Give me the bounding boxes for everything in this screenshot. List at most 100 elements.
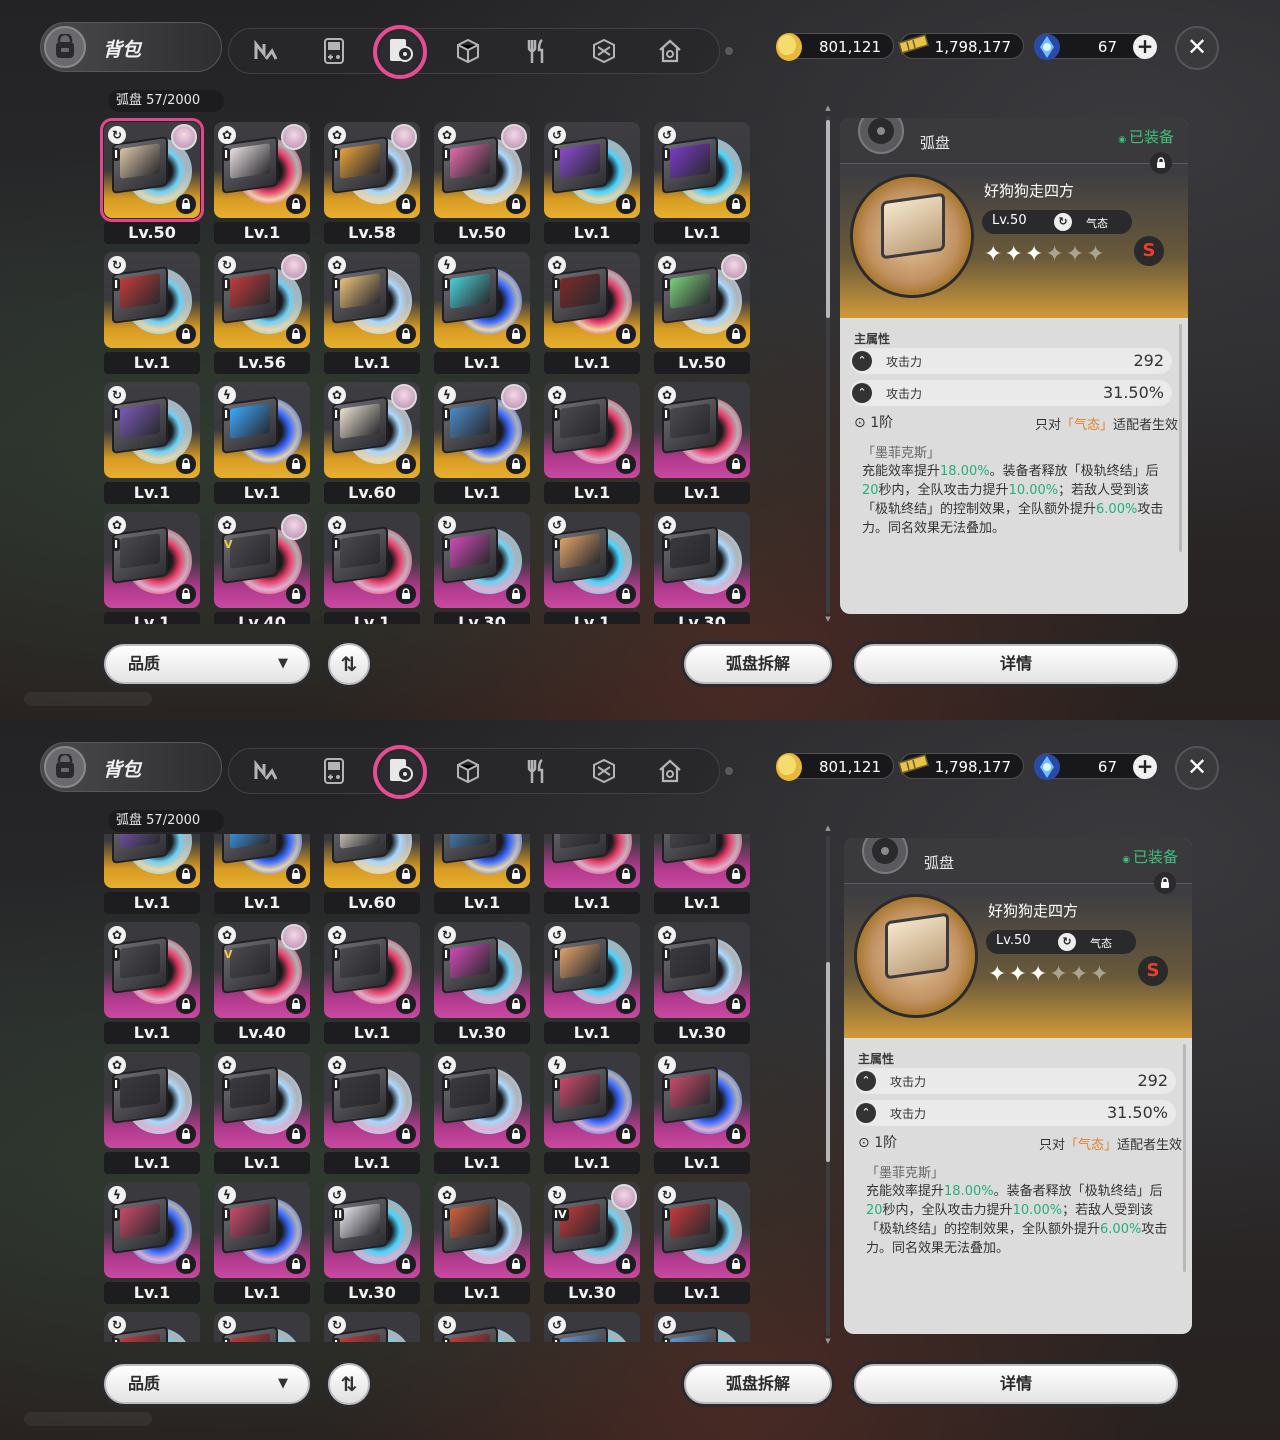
disc-card[interactable]: ↻ I Lv.56 — [214, 252, 310, 374]
lock-icon[interactable] — [726, 324, 746, 344]
tab-gameboy[interactable] — [315, 34, 353, 72]
detail-scrollbar[interactable] — [1179, 324, 1182, 552]
tab-fork-knife[interactable] — [517, 754, 555, 792]
lock-icon[interactable] — [176, 1124, 196, 1144]
quality-filter-dropdown[interactable]: 品质 ▼ — [104, 644, 310, 684]
detail-lock-button[interactable] — [1150, 152, 1172, 174]
lock-icon[interactable] — [616, 1254, 636, 1274]
lock-icon[interactable] — [286, 994, 306, 1014]
disc-card[interactable]: ↻I — [434, 1312, 530, 1342]
disc-card[interactable]: ✿ I Lv.60 — [324, 382, 420, 504]
lock-icon[interactable] — [176, 994, 196, 1014]
disc-card[interactable]: ✿ I Lv.30 — [654, 922, 750, 1044]
tab-fork-knife[interactable] — [517, 34, 555, 72]
disc-card[interactable]: ✿ILv.1 — [434, 1182, 530, 1304]
disc-card[interactable]: ϟILv.1 — [214, 1182, 310, 1304]
lock-icon[interactable] — [286, 584, 306, 604]
disc-card[interactable]: ✿ I Lv.30 — [654, 512, 750, 624]
disc-card[interactable]: ↻ IV Lv.30 — [544, 1182, 640, 1304]
quality-filter-dropdown[interactable]: 品质 ▼ — [104, 1364, 310, 1404]
add-crystal-button[interactable]: + — [1133, 35, 1157, 59]
lock-icon[interactable] — [176, 1254, 196, 1274]
tab-house[interactable] — [651, 34, 689, 72]
disc-card[interactable]: ✿ILv.1 — [654, 834, 750, 914]
disc-card[interactable]: ✿ILv.1 — [544, 382, 640, 504]
disc-card[interactable]: ϟILv.1 — [434, 252, 530, 374]
lock-icon[interactable] — [176, 864, 196, 884]
tab-cube-outline[interactable] — [585, 754, 623, 792]
disc-card[interactable]: ✿ILv.1 — [104, 1052, 200, 1174]
disc-card[interactable]: ✿ILv.1 — [324, 922, 420, 1044]
lock-icon[interactable] — [616, 324, 636, 344]
lock-icon[interactable] — [616, 994, 636, 1014]
disc-card[interactable]: ✿ILv.1 — [214, 1052, 310, 1174]
disc-card[interactable]: ↻ I Lv.50 — [100, 118, 204, 244]
disc-card[interactable]: ϟILv.1 — [214, 834, 310, 914]
lock-icon[interactable] — [616, 584, 636, 604]
grid-scroll-thumb[interactable] — [826, 120, 830, 318]
lock-icon[interactable] — [176, 324, 196, 344]
disc-card[interactable]: ✿ILv.1 — [654, 382, 750, 504]
disc-card[interactable]: ↻ I Lv.30 — [434, 922, 530, 1044]
sort-order-button[interactable]: ⇅ — [328, 1363, 370, 1405]
lock-icon[interactable] — [726, 864, 746, 884]
lock-icon[interactable] — [286, 324, 306, 344]
tab-cube-outline[interactable] — [585, 34, 623, 72]
disc-card[interactable]: ✿ILv.1 — [324, 512, 420, 624]
lock-icon[interactable] — [286, 1124, 306, 1144]
lock-icon[interactable] — [396, 994, 416, 1014]
lock-icon[interactable] — [726, 454, 746, 474]
disc-card[interactable]: ↻I — [104, 1312, 200, 1342]
close-button[interactable]: ✕ — [1175, 26, 1219, 70]
disc-card[interactable]: ↻ I Lv.30 — [434, 512, 530, 624]
disc-card[interactable]: ϟILv.1 — [544, 1052, 640, 1174]
lock-icon[interactable] — [616, 194, 636, 214]
lock-icon[interactable] — [726, 584, 746, 604]
lock-icon[interactable] — [286, 454, 306, 474]
disc-card[interactable]: ↺I — [654, 1312, 750, 1342]
lock-icon[interactable] — [616, 454, 636, 474]
lock-icon[interactable] — [726, 1124, 746, 1144]
disc-card[interactable]: ✿ILv.1 — [214, 122, 310, 244]
lock-icon[interactable] — [506, 584, 526, 604]
disc-card[interactable]: ↺ I Lv.1 — [544, 922, 640, 1044]
lock-icon[interactable] — [506, 194, 526, 214]
disc-card[interactable]: ✿ILv.1 — [324, 1052, 420, 1174]
disc-card[interactable]: ϟILv.1 — [104, 1182, 200, 1304]
grid-scrollbar[interactable] — [826, 836, 830, 1336]
lock-icon[interactable] — [396, 1254, 416, 1274]
lock-icon[interactable] — [506, 1254, 526, 1274]
disc-card[interactable]: ↺ I Lv.1 — [544, 512, 640, 624]
lock-icon[interactable] — [506, 454, 526, 474]
lock-icon[interactable] — [176, 454, 196, 474]
close-button[interactable]: ✕ — [1175, 746, 1219, 790]
lock-icon[interactable] — [506, 994, 526, 1014]
dismantle-button[interactable]: 弧盘拆解 — [684, 1364, 832, 1404]
lock-icon[interactable] — [506, 1124, 526, 1144]
lock-icon[interactable] — [396, 1124, 416, 1144]
grid-scroll-thumb[interactable] — [826, 962, 830, 1162]
lock-icon[interactable] — [396, 194, 416, 214]
disc-card[interactable]: ✿ILv.1 — [544, 252, 640, 374]
lock-icon[interactable] — [396, 584, 416, 604]
disc-card[interactable]: ↻I — [324, 1312, 420, 1342]
detail-lock-button[interactable] — [1154, 872, 1176, 894]
lock-icon[interactable] — [176, 584, 196, 604]
disc-card[interactable]: ✿ILv.1 — [104, 512, 200, 624]
tab-disc-box[interactable] — [373, 25, 427, 79]
lock-icon[interactable] — [396, 324, 416, 344]
lock-icon[interactable] — [286, 864, 306, 884]
disc-card[interactable]: ✿ V Lv.40 — [214, 922, 310, 1044]
tab-cube[interactable] — [449, 754, 487, 792]
disc-card[interactable]: ↻ I Lv.1 — [654, 1182, 750, 1304]
disc-card[interactable]: ↺ II Lv.30 — [324, 1182, 420, 1304]
disc-card[interactable]: ✿ILv.1 — [324, 252, 420, 374]
lock-icon[interactable] — [396, 454, 416, 474]
lock-icon[interactable] — [286, 1254, 306, 1274]
lock-icon[interactable] — [506, 324, 526, 344]
lock-icon[interactable] — [396, 864, 416, 884]
lock-icon[interactable] — [726, 994, 746, 1014]
lock-icon[interactable] — [286, 194, 306, 214]
lock-icon[interactable] — [616, 864, 636, 884]
lock-icon[interactable] — [726, 194, 746, 214]
